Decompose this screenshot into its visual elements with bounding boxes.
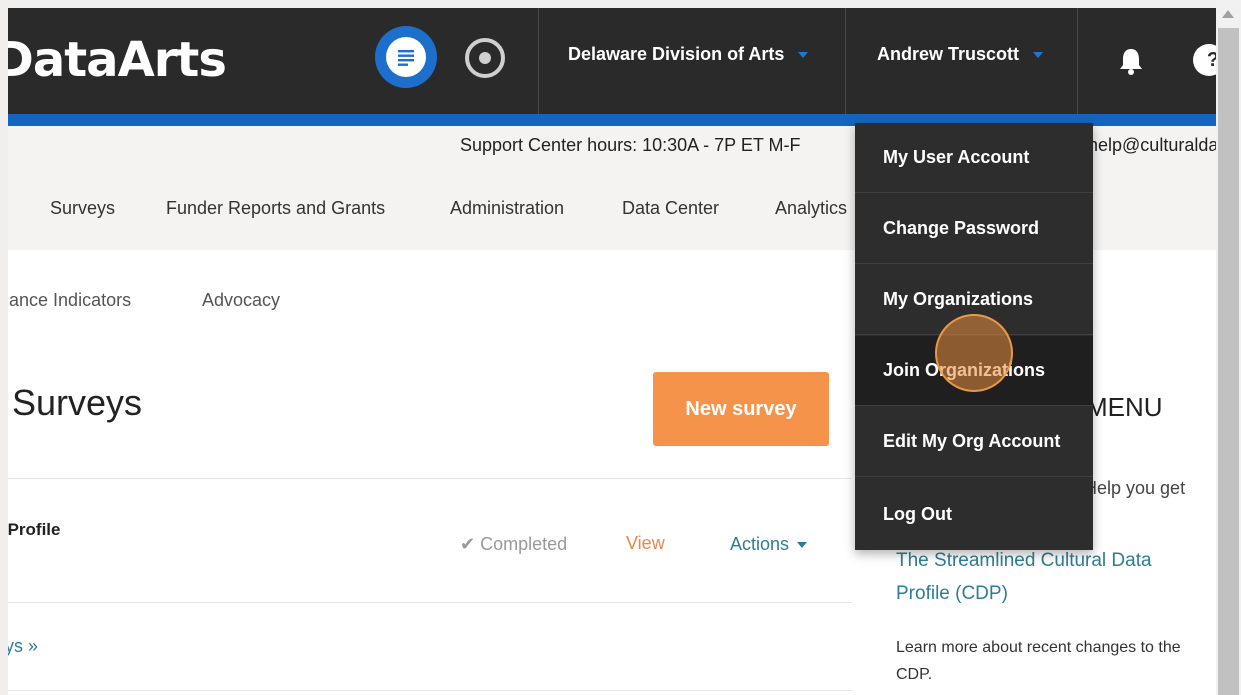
- list-icon[interactable]: [375, 26, 437, 88]
- top-navbar: DataArts Delaware Division of Arts Andre…: [8, 8, 1216, 114]
- scroll-up-arrow-icon[interactable]: [1222, 10, 1234, 18]
- nav-item-funder-reports[interactable]: Funder Reports and Grants: [166, 198, 385, 219]
- user-dropdown-menu: My User Account Change Password My Organ…: [855, 123, 1093, 550]
- view-link[interactable]: View: [626, 533, 665, 554]
- help-icon[interactable]: ?: [1193, 44, 1216, 76]
- nav-item-data-center[interactable]: Data Center: [622, 198, 719, 219]
- app-frame: DataArts Delaware Division of Arts Andre…: [8, 8, 1216, 695]
- menu-item-log-out[interactable]: Log Out: [855, 479, 1093, 549]
- menu-item-my-user-account[interactable]: My User Account: [855, 123, 1093, 193]
- target-icon[interactable]: [465, 38, 505, 78]
- org-name: Delaware Division of Arts: [568, 44, 785, 64]
- divider: [8, 690, 852, 691]
- nav-item-analytics[interactable]: Analytics: [775, 198, 847, 219]
- subnav-advocacy[interactable]: Advocacy: [202, 290, 280, 311]
- chevron-down-icon: [1033, 51, 1044, 58]
- divider: [8, 478, 852, 479]
- sidebar-heading: MENU: [1086, 392, 1163, 422]
- user-name: Andrew Truscott: [877, 44, 1020, 64]
- navbar-divider: [538, 8, 539, 114]
- chevron-down-icon: [798, 51, 809, 58]
- support-email[interactable]: help@culturaldata: [1088, 135, 1216, 156]
- scrollbar-thumb[interactable]: [1218, 28, 1239, 695]
- user-menu-dropdown[interactable]: Andrew Truscott: [877, 44, 1044, 65]
- navbar-divider: [1077, 8, 1078, 114]
- sidebar-text: Help you get: [1084, 478, 1186, 498]
- subnav-performance-indicators[interactable]: Performance Indicators: [8, 290, 131, 311]
- new-survey-button[interactable]: New survey: [653, 372, 829, 446]
- scrollbar[interactable]: [1216, 0, 1241, 695]
- actions-dropdown[interactable]: Actions: [730, 534, 808, 555]
- navbar-divider: [845, 8, 846, 114]
- survey-row-title: Data Profile: [8, 520, 61, 539]
- sidebar-description: Learn more about recent changes to the C…: [896, 639, 1181, 683]
- page-title: Surveys: [12, 382, 143, 423]
- menu-item-edit-my-org-account[interactable]: Edit My Org Account: [855, 407, 1093, 477]
- menu-item-my-organizations[interactable]: My Organizations: [855, 265, 1093, 335]
- nav-item-surveys[interactable]: Surveys: [50, 198, 115, 219]
- dataarts-logo[interactable]: DataArts: [8, 32, 227, 88]
- status-badge: ✔ Completed: [460, 534, 568, 554]
- cdp-link[interactable]: The Streamlined Cultural Data Profile (C…: [896, 544, 1206, 610]
- divider: [8, 602, 852, 603]
- actions-label: Actions: [730, 534, 790, 554]
- menu-item-join-organizations[interactable]: Join Organizations: [855, 336, 1093, 406]
- menu-item-change-password[interactable]: Change Password: [855, 194, 1093, 264]
- chevron-down-icon: [797, 541, 808, 548]
- nav-item-administration[interactable]: Administration: [450, 198, 564, 219]
- org-switcher-dropdown[interactable]: Delaware Division of Arts: [568, 44, 809, 65]
- support-hours: Support Center hours: 10:30A - 7P ET M-F: [460, 135, 801, 155]
- bell-icon[interactable]: [1116, 46, 1146, 76]
- all-surveys-link[interactable]: All surveys »: [8, 636, 38, 657]
